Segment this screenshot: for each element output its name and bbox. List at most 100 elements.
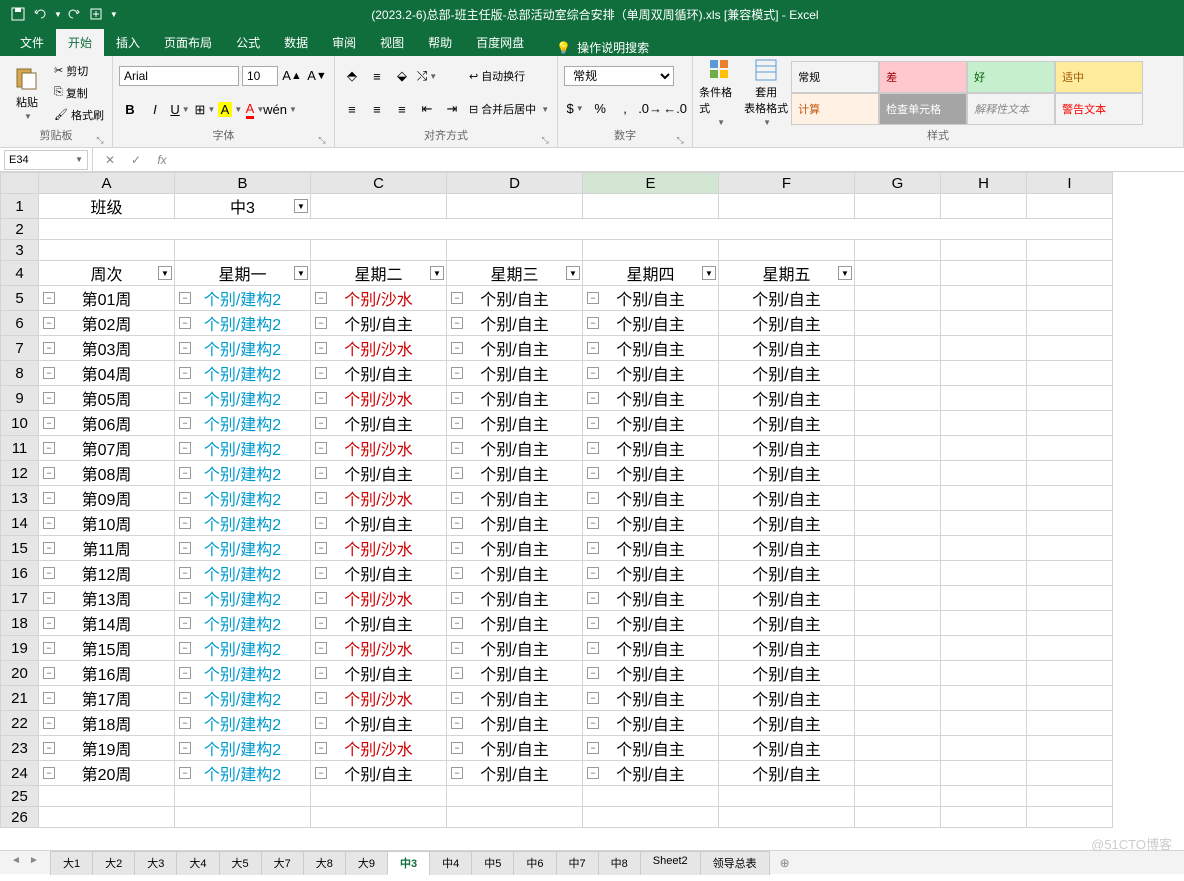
outline-collapse-icon[interactable]: −	[43, 292, 55, 304]
row-header[interactable]: 20	[1, 661, 39, 686]
outline-collapse-icon[interactable]: −	[179, 392, 191, 404]
cell[interactable]: −个别/建构2	[175, 636, 311, 661]
cell[interactable]	[175, 807, 311, 828]
col-header-h[interactable]: H	[941, 173, 1027, 194]
outline-collapse-icon[interactable]: −	[587, 667, 599, 679]
outline-collapse-icon[interactable]: −	[43, 592, 55, 604]
cell[interactable]	[1027, 807, 1113, 828]
cell[interactable]	[1027, 194, 1113, 219]
cell[interactable]: −个别/建构2	[175, 336, 311, 361]
cell[interactable]: 个别/自主	[719, 511, 855, 536]
cell[interactable]: −个别/自主	[311, 761, 447, 786]
filter-icon[interactable]: ▼	[702, 266, 716, 280]
align-right-button[interactable]: ≡	[391, 98, 413, 120]
cell[interactable]: −个别/建构2	[175, 386, 311, 411]
row-header[interactable]: 2	[1, 219, 39, 240]
outline-collapse-icon[interactable]: −	[43, 317, 55, 329]
cell[interactable]	[39, 807, 175, 828]
qat-customize-button[interactable]	[86, 4, 106, 24]
orientation-button[interactable]: ⤭▼	[416, 65, 438, 87]
paste-button[interactable]: 粘贴 ▼	[6, 60, 48, 126]
cell[interactable]	[39, 219, 1113, 240]
outline-collapse-icon[interactable]: −	[43, 767, 55, 779]
outline-collapse-icon[interactable]: −	[43, 692, 55, 704]
name-box[interactable]: E34▼	[4, 150, 88, 170]
outline-collapse-icon[interactable]: −	[315, 742, 327, 754]
outline-collapse-icon[interactable]: −	[179, 467, 191, 479]
outline-collapse-icon[interactable]: −	[179, 767, 191, 779]
cell[interactable]: −个别/沙水	[311, 436, 447, 461]
outline-collapse-icon[interactable]: −	[43, 642, 55, 654]
outline-collapse-icon[interactable]: −	[43, 742, 55, 754]
cell[interactable]: −个别/建构2	[175, 286, 311, 311]
cell[interactable]	[1027, 536, 1113, 561]
cell[interactable]	[855, 636, 941, 661]
cell[interactable]: −个别/自主	[447, 486, 583, 511]
cell[interactable]	[855, 286, 941, 311]
cell[interactable]: −个别/自主	[583, 761, 719, 786]
cell[interactable]	[941, 786, 1027, 807]
cell[interactable]	[855, 436, 941, 461]
outline-collapse-icon[interactable]: −	[587, 542, 599, 554]
cell[interactable]: −第13周	[39, 586, 175, 611]
cell[interactable]: −第11周	[39, 536, 175, 561]
align-bottom-button[interactable]: ⬙	[391, 65, 413, 87]
cell[interactable]: −个别/自主	[311, 711, 447, 736]
cell[interactable]	[1027, 711, 1113, 736]
cell[interactable]	[1027, 586, 1113, 611]
cell[interactable]	[855, 361, 941, 386]
outline-collapse-icon[interactable]: −	[43, 342, 55, 354]
cell[interactable]: −个别/自主	[583, 361, 719, 386]
row-header[interactable]: 3	[1, 240, 39, 261]
cell[interactable]: −个别/建构2	[175, 761, 311, 786]
outline-collapse-icon[interactable]: −	[179, 367, 191, 379]
col-header-f[interactable]: F	[719, 173, 855, 194]
col-header-e[interactable]: E	[583, 173, 719, 194]
cell[interactable]: −第18周	[39, 711, 175, 736]
cell[interactable]	[311, 807, 447, 828]
outline-collapse-icon[interactable]: −	[43, 617, 55, 629]
outline-collapse-icon[interactable]: −	[451, 292, 463, 304]
outline-collapse-icon[interactable]: −	[179, 617, 191, 629]
row-header[interactable]: 5	[1, 286, 39, 311]
cell[interactable]: −个别/自主	[583, 586, 719, 611]
cell[interactable]: −个别/自主	[447, 461, 583, 486]
row-header[interactable]: 21	[1, 686, 39, 711]
cell[interactable]: 星期四▼	[583, 261, 719, 286]
cell[interactable]: −个别/沙水	[311, 736, 447, 761]
sheet-tab[interactable]: 中8	[598, 851, 641, 875]
cell[interactable]: 个别/自主	[719, 536, 855, 561]
outline-collapse-icon[interactable]: −	[587, 367, 599, 379]
cell[interactable]: −个别/自主	[311, 361, 447, 386]
cell[interactable]: −个别/沙水	[311, 586, 447, 611]
cell[interactable]	[855, 761, 941, 786]
cell[interactable]: −个别/沙水	[311, 386, 447, 411]
tab-formula[interactable]: 公式	[224, 29, 272, 56]
row-header[interactable]: 18	[1, 611, 39, 636]
align-left-button[interactable]: ≡	[341, 98, 363, 120]
cell[interactable]	[583, 786, 719, 807]
cell[interactable]: −第19周	[39, 736, 175, 761]
cell[interactable]	[941, 636, 1027, 661]
outline-collapse-icon[interactable]: −	[451, 617, 463, 629]
cell[interactable]	[311, 240, 447, 261]
style-check[interactable]: 检查单元格	[879, 93, 967, 125]
outline-collapse-icon[interactable]: −	[43, 442, 55, 454]
cell[interactable]	[941, 536, 1027, 561]
cell[interactable]	[855, 386, 941, 411]
sheet-tab[interactable]: 大5	[219, 851, 262, 875]
cell[interactable]	[941, 461, 1027, 486]
cell[interactable]: 个别/自主	[719, 761, 855, 786]
cell[interactable]	[855, 411, 941, 436]
cell[interactable]	[941, 761, 1027, 786]
cell[interactable]: −个别/自主	[311, 661, 447, 686]
row-header[interactable]: 8	[1, 361, 39, 386]
outline-collapse-icon[interactable]: −	[451, 692, 463, 704]
cell[interactable]: −个别/自主	[447, 536, 583, 561]
cell[interactable]: −个别/沙水	[311, 686, 447, 711]
sheet-tab[interactable]: 大7	[261, 851, 304, 875]
cell[interactable]: 班级	[39, 194, 175, 219]
sheet-tab[interactable]: 大9	[345, 851, 388, 875]
cell[interactable]: −个别/自主	[447, 411, 583, 436]
style-explain[interactable]: 解释性文本	[967, 93, 1055, 125]
